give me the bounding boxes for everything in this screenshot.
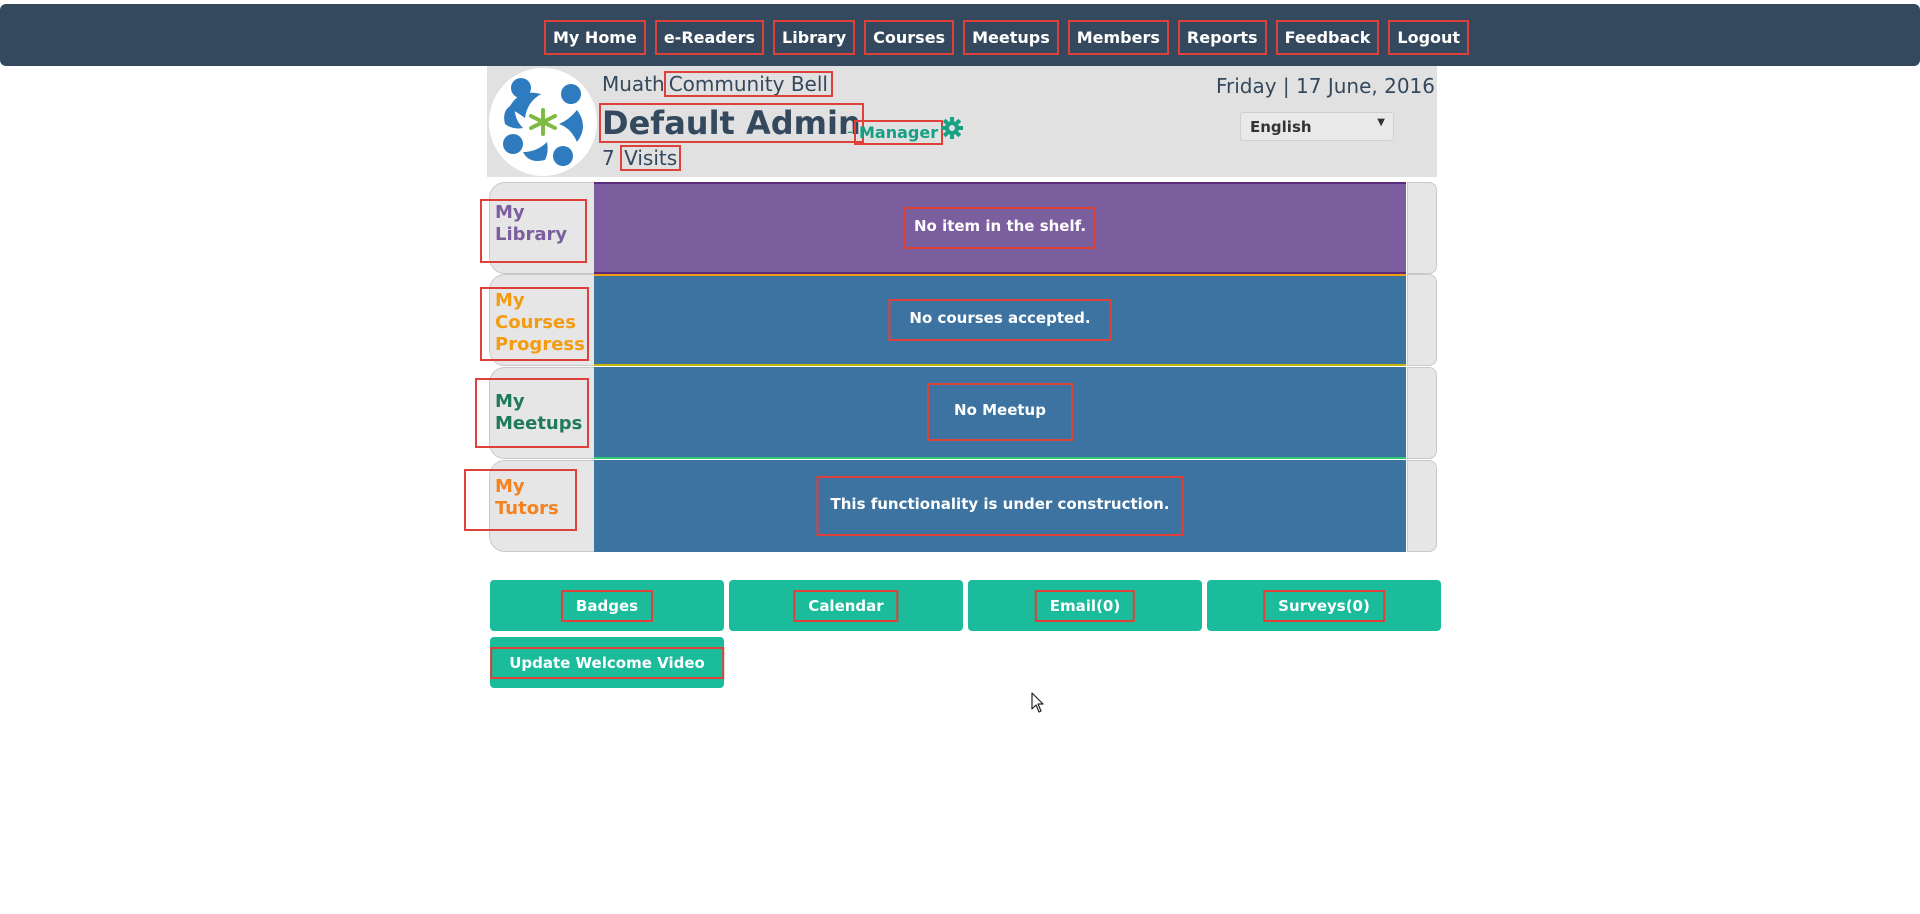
nav-item-feedback[interactable]: Feedback <box>1275 20 1380 55</box>
label-line: My <box>495 290 525 311</box>
meetups-panel: No Meetup <box>594 367 1406 459</box>
community-name: Community Bell <box>663 71 833 97</box>
calendar-label: Calendar <box>793 589 899 622</box>
row-my-library: My Library No item in the shelf. <box>480 182 1437 274</box>
role-separator: - <box>847 122 853 141</box>
label-line: Progress <box>495 334 585 355</box>
caret-down-icon: ▼ <box>1377 117 1385 128</box>
courses-message: No courses accepted. <box>888 299 1112 341</box>
current-date: Friday | 17 June, 2016 <box>1215 74 1435 98</box>
community-prefix: Muath <box>602 72 665 96</box>
nav-item-e-readers[interactable]: e-Readers <box>654 20 765 55</box>
row-my-meetups: My Meetups No Meetup <box>475 367 1437 459</box>
label-line: My <box>495 391 525 412</box>
library-panel: No item in the shelf. <box>594 182 1406 274</box>
visits-label: Visits <box>620 145 682 171</box>
community-title: Muath Community Bell <box>602 71 833 97</box>
visits-count: 7 <box>602 146 615 170</box>
label-my-tutors[interactable]: My Tutors <box>464 469 577 531</box>
nav-item-courses[interactable]: Courses <box>864 20 955 55</box>
label-line: Tutors <box>495 498 559 519</box>
badges-label: Badges <box>560 589 654 622</box>
surveys-label: Surveys(0) <box>1263 589 1385 622</box>
user-name: Default Admin <box>599 103 864 143</box>
email-button[interactable]: Email(0) <box>968 580 1202 631</box>
profile-header: Muath Community Bell Default Admin - Mana… <box>487 66 1437 177</box>
nav-item-reports[interactable]: Reports <box>1177 20 1267 55</box>
row-end <box>1407 182 1437 274</box>
user-role: Manager <box>853 120 944 145</box>
library-message: No item in the shelf. <box>903 207 1097 249</box>
label-line: Meetups <box>495 413 583 434</box>
label-line: Library <box>495 224 568 245</box>
label-my-courses-progress[interactable]: My Courses Progress <box>480 287 589 361</box>
row-my-tutors: My Tutors This functionality is under co… <box>464 460 1437 552</box>
nav-menu: My Home e-Readers Library Courses Meetup… <box>544 20 1479 55</box>
row-end <box>1407 367 1437 459</box>
label-my-library[interactable]: My Library <box>480 199 587 263</box>
nav-item-logout[interactable]: Logout <box>1388 20 1470 55</box>
top-navbar: My Home e-Readers Library Courses Meetup… <box>0 4 1920 66</box>
label-my-meetups[interactable]: My Meetups <box>475 378 589 448</box>
update-welcome-video-button[interactable]: Update Welcome Video <box>490 637 724 688</box>
nav-item-library[interactable]: Library <box>773 20 856 55</box>
nav-item-members[interactable]: Members <box>1067 20 1169 55</box>
meetups-message: No Meetup <box>927 383 1073 441</box>
gear-icon[interactable] <box>940 116 964 144</box>
label-line: My <box>495 202 525 223</box>
nav-item-my-home[interactable]: My Home <box>544 20 646 55</box>
language-value: English <box>1250 118 1312 136</box>
courses-panel: No courses accepted. <box>594 274 1406 366</box>
visits-counter: 7 Visits <box>602 145 682 171</box>
language-select[interactable]: English ▼ <box>1240 112 1394 141</box>
nav-item-meetups[interactable]: Meetups <box>963 20 1059 55</box>
label-line: My <box>495 476 525 497</box>
email-label: Email(0) <box>1034 589 1136 622</box>
row-my-courses-progress: My Courses Progress No courses accepted. <box>480 274 1437 366</box>
surveys-button[interactable]: Surveys(0) <box>1207 580 1441 631</box>
row-end <box>1407 274 1437 366</box>
update-welcome-video-label: Update Welcome Video <box>490 646 724 679</box>
label-line: Courses <box>495 312 576 333</box>
tutors-message: This functionality is under construction… <box>816 476 1184 536</box>
row-end <box>1407 460 1437 552</box>
mouse-cursor-icon <box>1031 692 1045 718</box>
community-logo <box>489 68 597 176</box>
badges-button[interactable]: Badges <box>490 580 724 631</box>
calendar-button[interactable]: Calendar <box>729 580 963 631</box>
tutors-panel: This functionality is under construction… <box>594 460 1406 552</box>
